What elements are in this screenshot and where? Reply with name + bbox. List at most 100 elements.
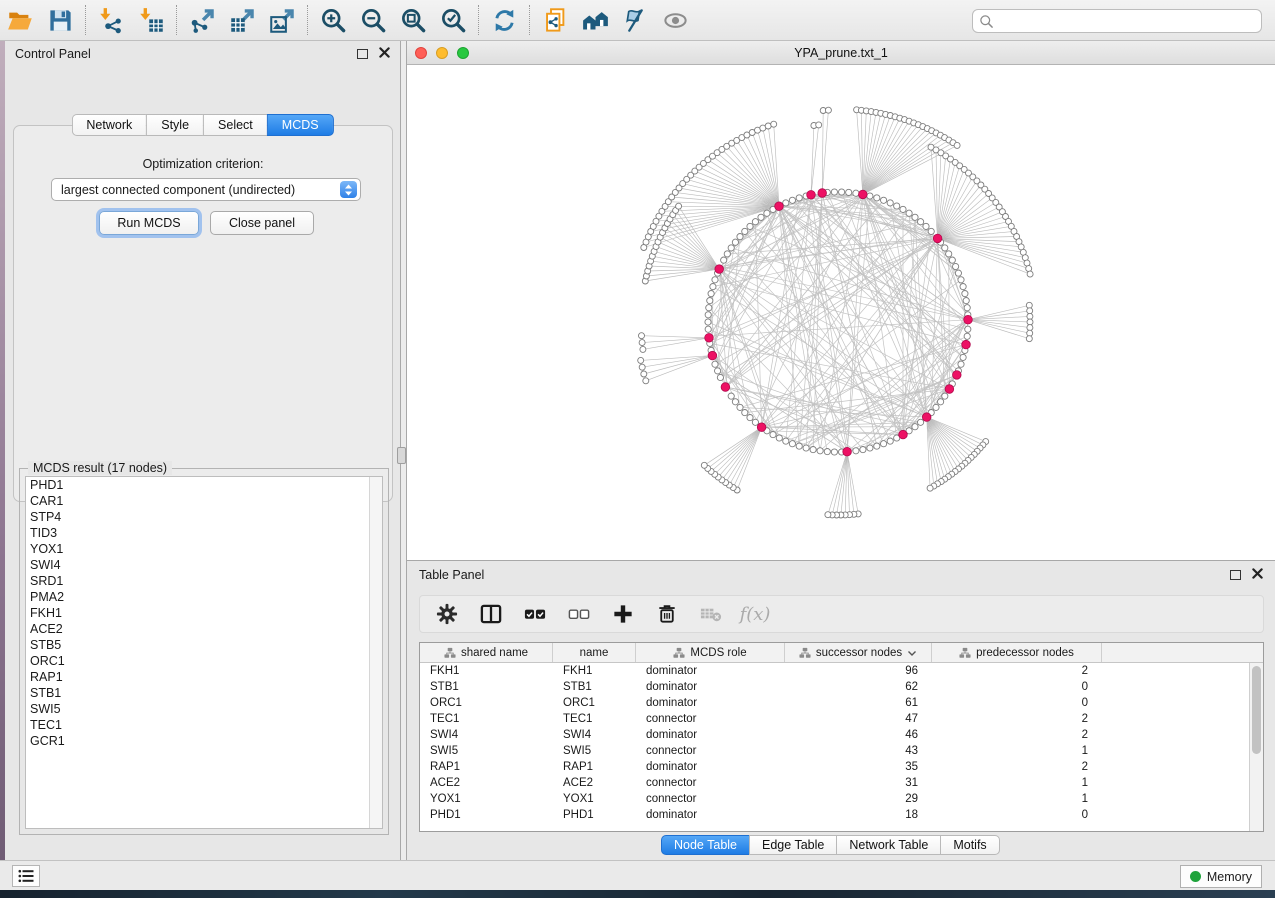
mcds-result-item[interactable]: GCR1	[26, 733, 382, 749]
network-hub-node[interactable]	[807, 191, 816, 200]
mcds-result-item[interactable]: TEC1	[26, 717, 382, 733]
network-node[interactable]	[860, 447, 866, 453]
cell-mcds-role[interactable]: dominator	[636, 695, 785, 711]
cell-predecessor-nodes[interactable]: 2	[932, 711, 1102, 727]
cell-mcds-role[interactable]: dominator	[636, 807, 785, 823]
open-file-button[interactable]	[0, 3, 40, 37]
network-node[interactable]	[894, 203, 900, 209]
column-header-successor-nodes[interactable]: successor nodes	[785, 643, 932, 662]
cell-shared-name[interactable]: TEC1	[420, 711, 553, 727]
network-node[interactable]	[831, 189, 837, 195]
column-header-predecessor-nodes[interactable]: predecessor nodes	[932, 643, 1102, 662]
network-leaf-node[interactable]	[1026, 266, 1032, 272]
network-node[interactable]	[912, 214, 918, 220]
mcds-result-list[interactable]: PHD1CAR1STP4TID3YOX1SWI4SRD1PMA2FKH1ACE2…	[25, 476, 383, 829]
cell-predecessor-nodes[interactable]: 2	[932, 727, 1102, 743]
mcds-result-item[interactable]: STP4	[26, 509, 382, 525]
network-node[interactable]	[717, 374, 723, 380]
table-row[interactable]: STB1STB1dominator620	[420, 679, 1249, 695]
cell-predecessor-nodes[interactable]: 0	[932, 807, 1102, 823]
table-scrollbar[interactable]	[1249, 663, 1263, 831]
network-hub-node[interactable]	[859, 190, 868, 199]
network-leaf-node[interactable]	[1027, 325, 1033, 331]
mcds-result-item[interactable]: PMA2	[26, 589, 382, 605]
network-hub-node[interactable]	[708, 351, 717, 360]
cell-name[interactable]: STB1	[553, 679, 636, 695]
network-node[interactable]	[942, 393, 948, 399]
network-leaf-node[interactable]	[825, 107, 831, 113]
network-node[interactable]	[958, 361, 964, 367]
cell-shared-name[interactable]: YOX1	[420, 791, 553, 807]
mcds-result-item[interactable]: PHD1	[26, 477, 382, 493]
table-row[interactable]: TEC1TEC1connector472	[420, 711, 1249, 727]
network-node[interactable]	[923, 223, 929, 229]
cell-shared-name[interactable]: RAP1	[420, 759, 553, 775]
network-leaf-node[interactable]	[771, 121, 777, 127]
network-node[interactable]	[747, 223, 753, 229]
zoom-in-button[interactable]	[313, 3, 353, 37]
cell-mcds-role[interactable]: dominator	[636, 759, 785, 775]
network-node[interactable]	[776, 435, 782, 441]
cell-predecessor-nodes[interactable]: 0	[932, 679, 1102, 695]
network-leaf-node[interactable]	[638, 357, 644, 363]
delete-table-button[interactable]	[698, 601, 724, 627]
network-hub-node[interactable]	[964, 315, 973, 324]
network-hub-node[interactable]	[953, 371, 962, 380]
tab-node-table[interactable]: Node Table	[661, 835, 749, 855]
network-leaf-node[interactable]	[1027, 308, 1033, 314]
save-session-button[interactable]	[40, 3, 80, 37]
network-node[interactable]	[846, 189, 852, 195]
float-panel-icon[interactable]	[357, 49, 368, 59]
tab-network-table[interactable]: Network Table	[836, 835, 940, 855]
mcds-result-item[interactable]: CAR1	[26, 493, 382, 509]
network-node[interactable]	[962, 291, 968, 297]
network-node[interactable]	[732, 399, 738, 405]
network-node[interactable]	[958, 277, 964, 283]
table-row[interactable]: FKH1FKH1dominator962	[420, 663, 1249, 679]
cell-name[interactable]: YOX1	[553, 791, 636, 807]
network-node[interactable]	[881, 197, 887, 203]
nested-networks-button[interactable]	[575, 3, 615, 37]
network-node[interactable]	[960, 354, 966, 360]
network-leaf-node[interactable]	[640, 346, 646, 352]
zoom-selected-button[interactable]	[433, 3, 473, 37]
export-image-button[interactable]	[262, 3, 302, 37]
network-node[interactable]	[964, 333, 970, 339]
network-node[interactable]	[867, 445, 873, 451]
network-leaf-node[interactable]	[954, 142, 960, 148]
network-node[interactable]	[770, 432, 776, 438]
cell-predecessor-nodes[interactable]: 2	[932, 759, 1102, 775]
table-row[interactable]: SWI4SWI4dominator462	[420, 727, 1249, 743]
table-row[interactable]: ORC1ORC1dominator610	[420, 695, 1249, 711]
network-leaf-node[interactable]	[1027, 313, 1033, 319]
network-hub-node[interactable]	[945, 385, 954, 394]
cell-shared-name[interactable]: SWI5	[420, 743, 553, 759]
cell-predecessor-nodes[interactable]: 1	[932, 743, 1102, 759]
cell-name[interactable]: ORC1	[553, 695, 636, 711]
network-node[interactable]	[706, 305, 712, 311]
network-node[interactable]	[874, 443, 880, 449]
show-columns-button[interactable]	[478, 601, 504, 627]
network-node[interactable]	[752, 219, 758, 225]
cell-successor-nodes[interactable]: 43	[785, 743, 932, 759]
cell-name[interactable]: SWI5	[553, 743, 636, 759]
cell-shared-name[interactable]: ORC1	[420, 695, 553, 711]
network-node[interactable]	[887, 438, 893, 444]
memory-button[interactable]: Memory	[1180, 865, 1262, 888]
mcds-result-item[interactable]: ORC1	[26, 653, 382, 669]
run-mcds-button[interactable]: Run MCDS	[99, 211, 199, 235]
network-node[interactable]	[796, 443, 802, 449]
close-table-panel-icon[interactable]	[1252, 566, 1263, 584]
network-node[interactable]	[918, 419, 924, 425]
panel-divider-handle[interactable]	[397, 447, 406, 464]
tab-mcds[interactable]: MCDS	[267, 114, 334, 136]
network-node[interactable]	[953, 263, 959, 269]
cell-name[interactable]: SWI4	[553, 727, 636, 743]
network-node[interactable]	[942, 245, 948, 251]
cell-name[interactable]: TEC1	[553, 711, 636, 727]
cell-successor-nodes[interactable]: 18	[785, 807, 932, 823]
table-row[interactable]: YOX1YOX1connector291	[420, 791, 1249, 807]
function-builder-button[interactable]: f(x)	[742, 601, 768, 627]
cell-shared-name[interactable]: STB1	[420, 679, 553, 695]
mcds-result-item[interactable]: TID3	[26, 525, 382, 541]
